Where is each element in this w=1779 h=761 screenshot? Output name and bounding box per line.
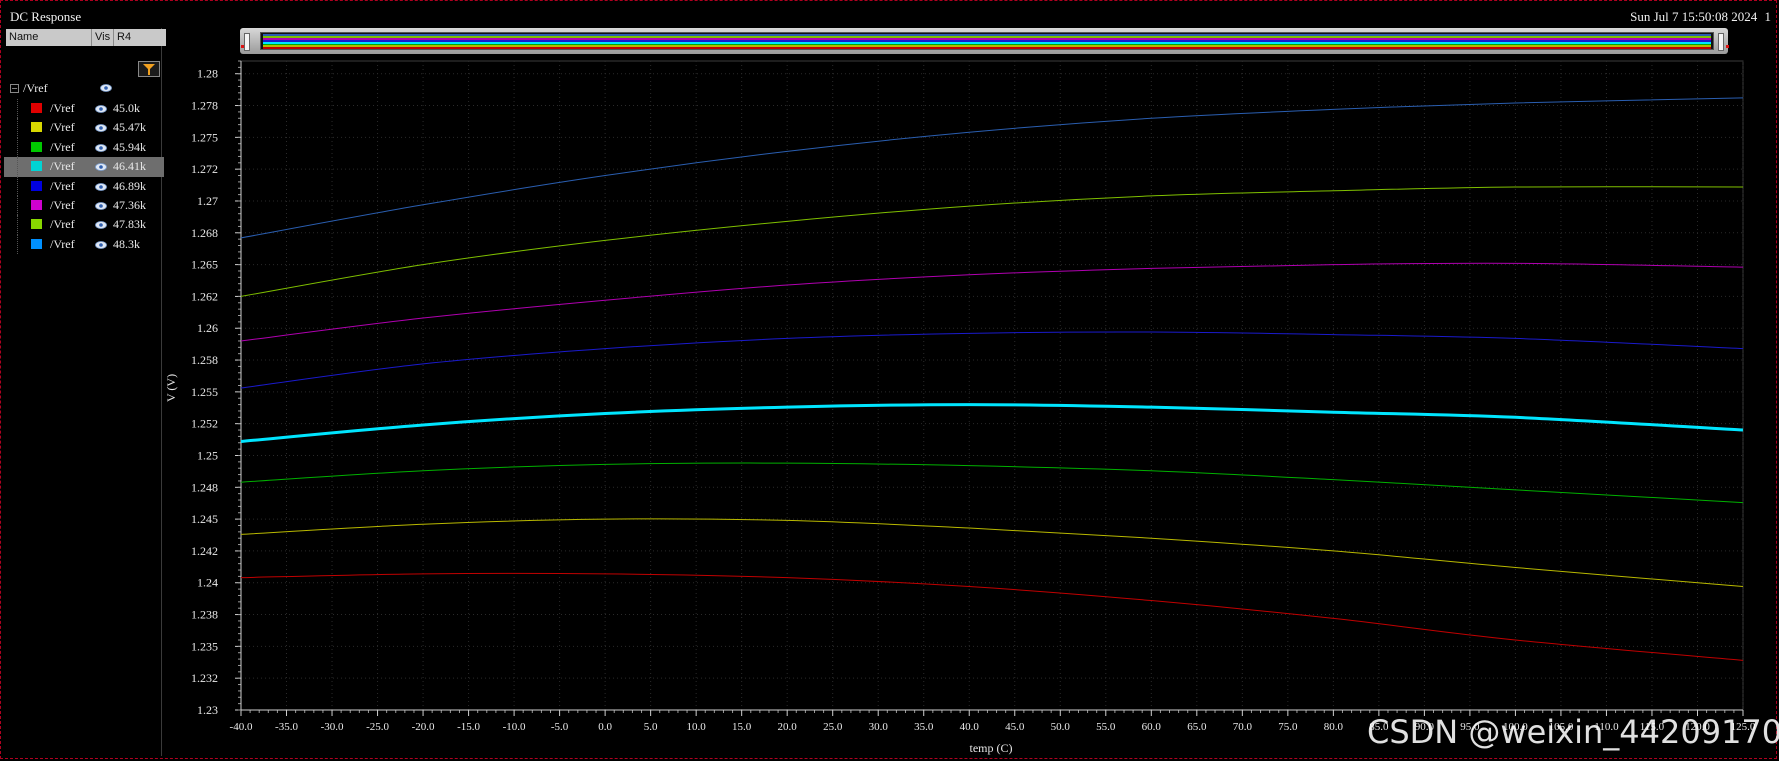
y-tick-label: 1.268 <box>191 226 218 240</box>
y-tick-label: 1.258 <box>191 353 218 367</box>
y-tick-label: 1.275 <box>191 130 218 144</box>
grid <box>240 60 1744 711</box>
y-tick-label: 1.28 <box>197 67 218 81</box>
y-tick-label: 1.245 <box>191 512 218 526</box>
y-tick-label: 1.25 <box>197 448 218 462</box>
x-tick-label: 10.0 <box>687 721 707 733</box>
x-tick-label: -15.0 <box>457 721 480 733</box>
y-tick-label: 1.235 <box>191 639 218 653</box>
x-tick-label: -40.0 <box>230 721 253 733</box>
y-tick-label: 1.248 <box>191 480 218 494</box>
x-tick-label: 35.0 <box>914 721 934 733</box>
x-tick-label: 0.0 <box>598 721 612 733</box>
dc-response-chart[interactable]: -40.0 -35.0 -30.0 -25.0 -20.0 -15.0 -10.0 -5.0 0… <box>0 0 1779 761</box>
x-tick-label: 40.0 <box>960 721 980 733</box>
x-tick-label: -10.0 <box>503 721 526 733</box>
y-tick-label: 1.23 <box>197 703 218 717</box>
x-tick-label: 25.0 <box>823 721 843 733</box>
y-tick-label: 1.255 <box>191 385 218 399</box>
x-tick-label: -30.0 <box>321 721 344 733</box>
x-tick-label: -20.0 <box>412 721 435 733</box>
y-tick-label: 1.272 <box>191 162 218 176</box>
x-tick-label: 75.0 <box>1278 721 1298 733</box>
x-axis-label: temp (C) <box>970 741 1013 755</box>
y-tick-label: 1.265 <box>191 258 218 272</box>
x-tick-label: 15.0 <box>732 721 752 733</box>
y-tick-label: 1.262 <box>191 289 218 303</box>
x-tick-label: -5.0 <box>551 721 569 733</box>
x-tick-label: 20.0 <box>778 721 798 733</box>
y-tick-label: 1.278 <box>191 99 218 113</box>
y-tick-label: 1.242 <box>191 544 218 558</box>
watermark: CSDN @weixin_44209170 <box>1367 713 1779 751</box>
x-tick-label: 80.0 <box>1324 721 1344 733</box>
y-axis-label: V (V) <box>164 374 178 402</box>
y-tick-label: 1.26 <box>197 321 218 335</box>
y-tick-label: 1.252 <box>191 417 218 431</box>
y-tick-label: 1.232 <box>191 671 218 685</box>
x-tick-label: 60.0 <box>1142 721 1162 733</box>
y-tick-label: 1.27 <box>197 194 218 208</box>
x-tick-label: 50.0 <box>1051 721 1071 733</box>
plot-area[interactable] <box>240 60 1744 711</box>
x-tick-label: -35.0 <box>275 721 298 733</box>
x-tick-label: 5.0 <box>644 721 658 733</box>
x-tick-label: 30.0 <box>869 721 889 733</box>
x-tick-label: 45.0 <box>1005 721 1025 733</box>
y-tick-label: 1.24 <box>197 576 218 590</box>
x-tick-label: 70.0 <box>1233 721 1253 733</box>
x-tick-label: 55.0 <box>1096 721 1116 733</box>
x-tick-label: -25.0 <box>366 721 389 733</box>
y-tick-label: 1.238 <box>191 608 218 622</box>
x-tick-label: 65.0 <box>1187 721 1207 733</box>
